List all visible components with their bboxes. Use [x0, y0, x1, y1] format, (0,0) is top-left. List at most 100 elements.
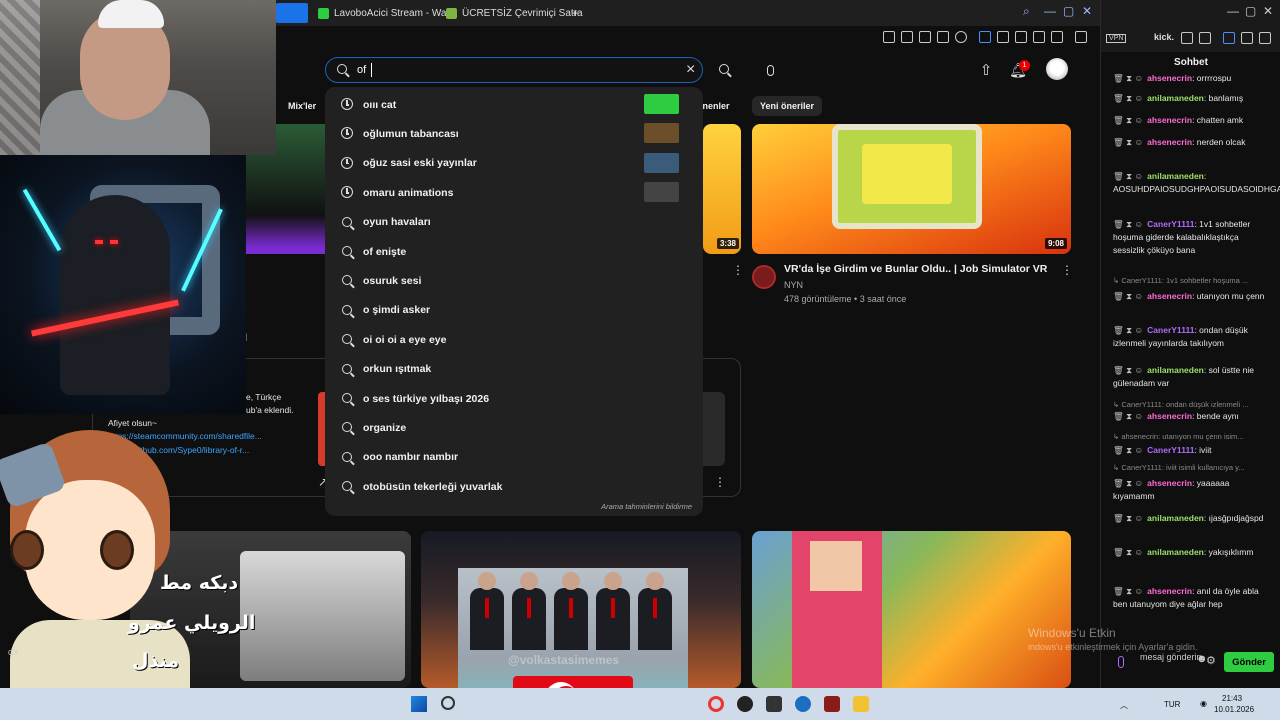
mod-action-icons[interactable]: 🗑 ⧗ ☺ [1113, 513, 1143, 523]
search-icon[interactable] [441, 696, 455, 710]
tab-lavoboacici[interactable]: LavoboAcici Stream - Wat [312, 3, 455, 23]
puzzle-icon[interactable] [997, 31, 1009, 43]
chat-username[interactable]: CanerY1111 [1147, 325, 1194, 335]
shield-icon[interactable] [919, 31, 931, 43]
mod-action-icons[interactable]: 🗑 ⧗ ☺ [1113, 445, 1143, 455]
clock-date[interactable]: 10.01.2026 [1214, 705, 1254, 714]
more-options-icon[interactable]: ⋮ [1061, 264, 1073, 276]
close-icon[interactable]: ✕ [1082, 4, 1092, 18]
opera-gx-icon[interactable] [708, 696, 724, 712]
app-icon[interactable] [824, 696, 840, 712]
search-suggestion[interactable]: orkun ışıtmak [325, 355, 703, 384]
search-button[interactable] [709, 57, 741, 83]
avatar[interactable] [1046, 58, 1068, 80]
chat-username[interactable]: ahsenecrin [1147, 291, 1192, 301]
search-suggestion[interactable]: oi oi oi a eye eye [325, 325, 703, 354]
mod-action-icons[interactable]: 🗑 ⧗ ☺ [1113, 547, 1143, 557]
mod-action-icons[interactable]: 🗑 ⧗ ☺ [1113, 291, 1143, 301]
search-suggestion[interactable]: omaru animations [325, 178, 703, 207]
chat-username[interactable]: ahsenecrin [1147, 411, 1192, 421]
search-suggestion[interactable]: o şimdi asker [325, 296, 703, 325]
network-icon[interactable]: ◉ [1200, 699, 1207, 708]
chat-username[interactable]: ahsenecrin [1147, 137, 1192, 147]
minimize-icon[interactable]: — [1227, 4, 1239, 18]
tray-chevron-icon[interactable]: ︿ [1120, 700, 1128, 711]
video-title[interactable]: VR'da İşe Girdim ve Bunlar Oldu.. | Job … [784, 263, 1054, 275]
chat-username[interactable]: CanerY1111 [1147, 219, 1194, 229]
chip-new-recommendations[interactable]: Yeni öneriler [752, 96, 823, 116]
chip-mixes[interactable]: Mix'ler [280, 96, 324, 116]
ai-icon[interactable] [1051, 31, 1063, 43]
mod-action-icons[interactable]: 🗑 ⧗ ☺ [1113, 586, 1143, 596]
language-indicator[interactable]: TUR [1164, 700, 1180, 709]
new-tab-button[interactable]: + [566, 3, 585, 23]
puzzle-icon[interactable] [1241, 32, 1253, 44]
search-suggestion[interactable]: oııı cat [325, 90, 703, 119]
chat-username[interactable]: anilamaneden [1147, 171, 1204, 181]
more-options-icon[interactable]: ⋮ [732, 264, 744, 276]
start-icon[interactable] [411, 696, 427, 712]
search-suggestion[interactable]: oyun havaları [325, 208, 703, 237]
search-suggestion[interactable]: o ses türkiye yılbaşı 2026 [325, 384, 703, 413]
mod-action-icons[interactable]: 🗑 ⧗ ☺ [1113, 325, 1143, 335]
search-suggestion[interactable]: of enişte [325, 237, 703, 266]
chat-username[interactable]: anilamaneden [1147, 547, 1204, 557]
maximize-icon[interactable]: ▢ [1063, 4, 1074, 18]
mod-action-icons[interactable]: 🗑 ⧗ ☺ [1113, 478, 1143, 488]
chat-username[interactable]: CanerY1111 [1147, 445, 1194, 455]
search-suggestion[interactable]: oğuz sasi eski yayınlar [325, 149, 703, 178]
clock-time[interactable]: 21:43 [1222, 694, 1242, 703]
mod-action-icons[interactable]: 🗑 ⧗ ☺ [1113, 365, 1143, 375]
play-icon[interactable] [937, 31, 949, 43]
voice-search-button[interactable] [754, 57, 786, 83]
search-suggestion[interactable]: organize [325, 413, 703, 442]
steam-icon[interactable] [795, 696, 811, 712]
chat-username[interactable]: anilamaneden [1147, 513, 1204, 523]
folder-icon[interactable] [853, 696, 869, 712]
active-tab[interactable] [276, 3, 308, 23]
pin-icon[interactable] [883, 31, 895, 43]
create-button[interactable]: ⇧ [970, 57, 1002, 83]
video-thumbnail[interactable]: 9:08 [752, 124, 1071, 254]
heart-icon[interactable] [955, 31, 967, 43]
screenshot-icon[interactable] [901, 31, 913, 43]
extension-icon[interactable] [1223, 32, 1235, 44]
extension-icon[interactable] [979, 31, 991, 43]
clear-search-icon[interactable]: × [686, 61, 695, 79]
notifications-button[interactable]: 🔔︎ [1002, 57, 1034, 83]
app-icon[interactable] [737, 696, 753, 712]
chat-username[interactable]: anilamaneden [1147, 93, 1204, 103]
more-options-icon[interactable]: ⋮ [714, 476, 726, 488]
chat-username[interactable]: ahsenecrin [1147, 73, 1192, 83]
channel-name[interactable]: NYN [784, 280, 803, 290]
video-thumbnail[interactable] [752, 531, 1071, 688]
channel-avatar[interactable] [752, 265, 776, 289]
maximize-icon[interactable]: ▢ [1245, 4, 1256, 18]
search-suggestion[interactable]: otobüsün tekerleği yuvarlak [325, 472, 703, 501]
mod-action-icons[interactable]: 🗑 ⧗ ☺ [1113, 171, 1143, 181]
search-suggestion[interactable]: ooo nambır nambır [325, 443, 703, 472]
send-button[interactable]: Gönder [1224, 652, 1274, 672]
mod-action-icons[interactable]: 🗑 ⧗ ☺ [1113, 73, 1143, 83]
minimize-icon[interactable]: — [1044, 4, 1056, 18]
mod-action-icons[interactable]: 🗑 ⧗ ☺ [1113, 115, 1143, 125]
mod-action-icons[interactable]: 🗑 ⧗ ☺ [1113, 411, 1143, 421]
mod-action-icons[interactable]: 🗑 ⧗ ☺ [1113, 137, 1143, 147]
mod-action-icons[interactable]: 🗑 ⧗ ☺ [1113, 219, 1143, 229]
reader-icon[interactable] [1181, 32, 1193, 44]
bookmark-icon[interactable] [1015, 31, 1027, 43]
mod-action-icons[interactable]: 🗑 ⧗ ☺ [1113, 93, 1143, 103]
download-icon[interactable] [1033, 31, 1045, 43]
menu-icon[interactable] [1075, 31, 1087, 43]
vpn-badge[interactable]: VPN [1106, 34, 1127, 43]
video-thumbnail[interactable]: 3:38 [703, 124, 741, 254]
search-tabs-icon[interactable]: ⌕ [1023, 4, 1030, 19]
close-icon[interactable]: ✕ [1263, 4, 1273, 18]
chat-username[interactable]: ahsenecrin [1147, 586, 1192, 596]
search-input[interactable]: of × [325, 57, 703, 83]
settings-icon[interactable]: ⚙ [1206, 654, 1216, 667]
search-suggestion[interactable]: osuruk sesi [325, 266, 703, 295]
app-icon[interactable] [766, 696, 782, 712]
chat-username[interactable]: anilamaneden [1147, 365, 1204, 375]
mic-icon[interactable] [1118, 656, 1124, 668]
